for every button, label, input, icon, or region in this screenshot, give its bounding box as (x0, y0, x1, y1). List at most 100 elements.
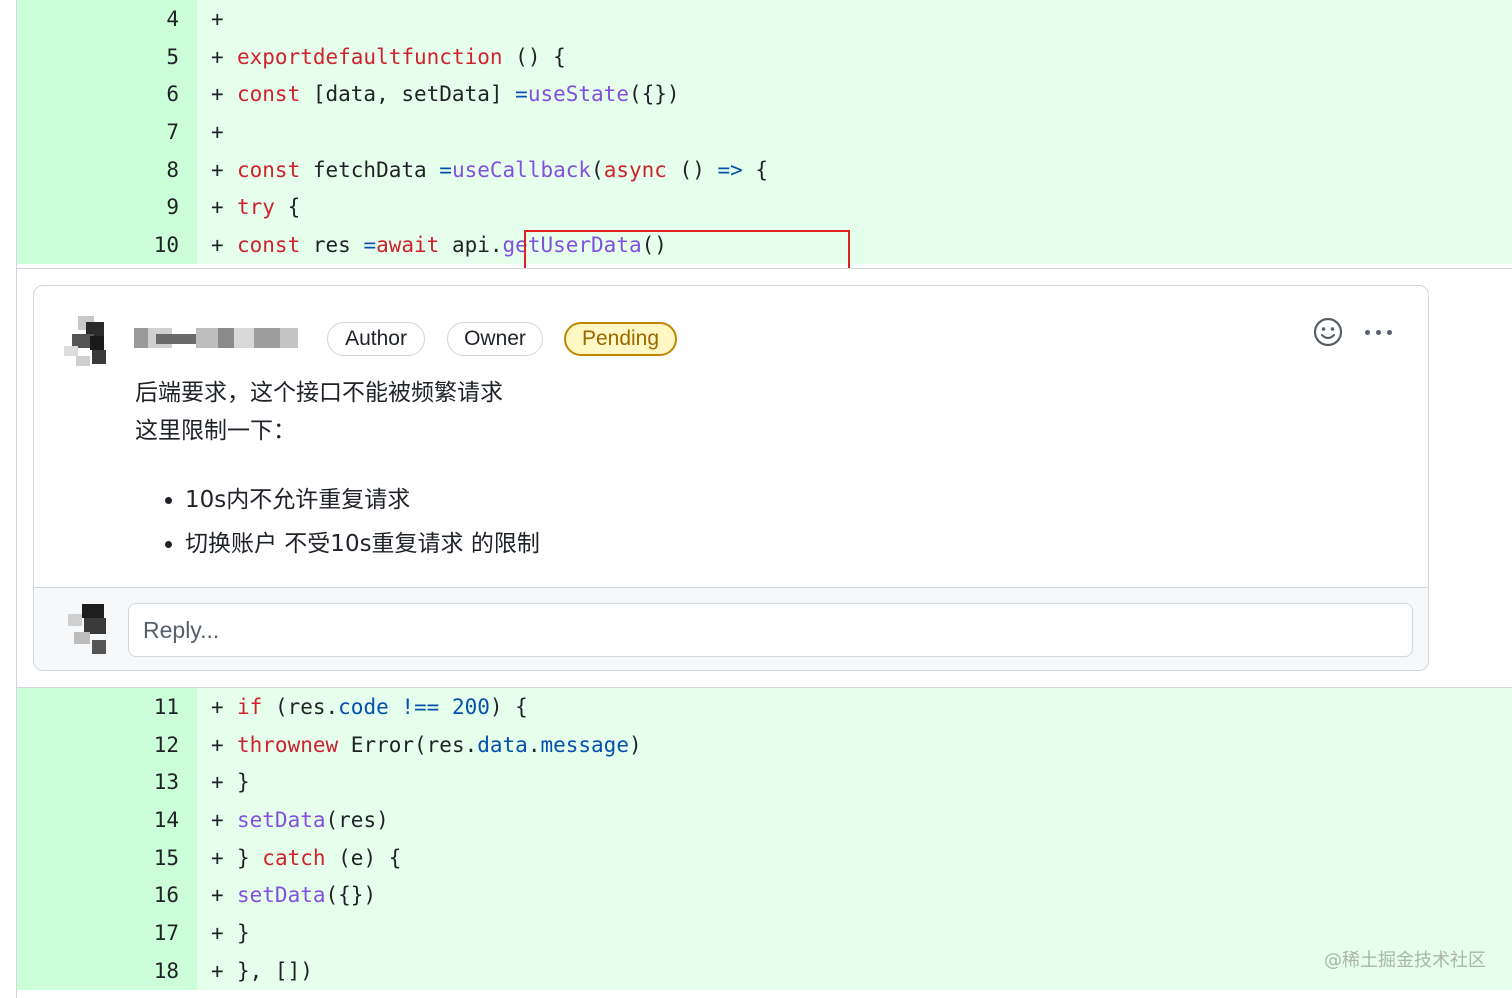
added-marker: + (211, 82, 224, 107)
code-line[interactable]: 16 + setData({}) (17, 876, 1512, 915)
token-operator: = (515, 82, 528, 107)
token-function: setData (237, 883, 326, 908)
line-number[interactable]: 8 (17, 150, 197, 189)
code-line[interactable]: 17 + } (17, 914, 1512, 952)
comment-header: Author Owner Pending (34, 286, 1428, 374)
code-content: + } catch (e) { (197, 839, 401, 877)
line-number[interactable]: 18 (17, 951, 197, 990)
token-property: message (540, 732, 629, 757)
code-line[interactable]: 8 + const fetchData = useCallback(async … (17, 150, 1512, 189)
token-text: fetchData (300, 157, 440, 182)
line-number[interactable]: 17 (17, 914, 197, 952)
token-text: res (300, 232, 364, 257)
added-marker: + (211, 845, 224, 870)
token-property: data (477, 732, 528, 757)
token-text: (e) { (325, 845, 402, 870)
line-number[interactable]: 9 (17, 188, 197, 227)
owner-badge: Owner (447, 322, 543, 356)
token-keyword: try (237, 195, 275, 220)
code-line[interactable]: 7 + (17, 113, 1512, 151)
token-text: () { (502, 44, 566, 69)
token-text: [data, setData] (300, 82, 516, 107)
author-badge: Author (327, 322, 425, 356)
token-function: useCallback (451, 157, 592, 182)
token-keyword: export (237, 44, 313, 69)
token-text: (res. (262, 694, 339, 719)
token-text: . (527, 732, 541, 757)
added-marker: + (211, 694, 224, 719)
reply-input[interactable]: Reply... (128, 603, 1413, 657)
code-line[interactable]: 10 + const res = await api. getUserData() (17, 226, 1512, 264)
code-line[interactable]: 14 + setData (res) (17, 801, 1512, 839)
code-line[interactable]: 9 + try { (17, 188, 1512, 227)
token-text: { (274, 195, 301, 220)
token-text: (res) (325, 807, 389, 832)
code-content: + throw new Error(res. data. message) (197, 726, 642, 764)
token-number: 200 (439, 694, 490, 719)
kebab-dot-icon (1364, 329, 1370, 335)
token-text: } (237, 845, 263, 870)
token-function: getUserData (502, 232, 642, 257)
code-content: + } (197, 763, 250, 801)
username-redacted[interactable] (134, 328, 299, 348)
line-number[interactable]: 11 (17, 688, 197, 726)
token-keyword: if (237, 694, 263, 719)
added-marker: + (211, 232, 224, 257)
token-text: api. (439, 232, 503, 257)
token-property: code (338, 694, 389, 719)
added-marker: + (211, 732, 224, 757)
added-marker: + (211, 157, 224, 182)
token-operator: !== (388, 694, 440, 719)
line-number[interactable]: 14 (17, 801, 197, 839)
token-text: { (742, 157, 769, 182)
token-operator: = (439, 157, 452, 182)
line-number[interactable]: 16 (17, 876, 197, 915)
code-content: + const res = await api. getUserData() (197, 226, 667, 264)
added-marker: + (211, 920, 224, 945)
token-operator: = (363, 232, 377, 257)
code-content: + (197, 0, 237, 38)
code-content: + export default function () { (197, 38, 566, 76)
avatar[interactable] (62, 316, 110, 368)
line-number[interactable]: 10 (17, 226, 197, 264)
code-line[interactable]: 13 + } (17, 763, 1512, 802)
line-number[interactable]: 7 (17, 113, 197, 151)
added-marker: + (211, 770, 224, 795)
code-content: + } (197, 914, 250, 952)
added-marker: + (211, 883, 224, 908)
code-line[interactable]: 4 + (17, 0, 1512, 38)
add-reaction-button[interactable] (1312, 316, 1344, 348)
line-number[interactable]: 15 (17, 838, 197, 877)
smiley-icon (1313, 317, 1343, 347)
line-number[interactable]: 13 (17, 763, 197, 802)
left-edge-gutter (0, 0, 17, 998)
token-keyword: async (603, 157, 667, 182)
token-function: useState (527, 82, 629, 107)
pending-badge: Pending (564, 322, 677, 356)
code-line[interactable]: 12 + throw new Error(res. data. message) (17, 725, 1512, 764)
token-text: } (237, 920, 250, 945)
code-line[interactable]: 15 + } catch (e) { (17, 838, 1512, 877)
token-keyword: new (300, 732, 339, 757)
code-content: + (197, 113, 237, 151)
added-marker: + (211, 807, 224, 832)
comment-text-line: 后端要求，这个接口不能被频繁请求 (135, 380, 503, 406)
code-line[interactable]: 5 + export default function () { (17, 37, 1512, 76)
line-number[interactable]: 6 (17, 75, 197, 114)
line-number[interactable]: 5 (17, 37, 197, 76)
code-line[interactable]: 11 + if (res. code !== 200) { (17, 688, 1512, 726)
token-keyword: default (312, 44, 402, 69)
comment-text-line: 这里限制一下： (135, 418, 296, 444)
code-content: + const [data, setData] = useState({}) (197, 75, 680, 113)
line-number[interactable]: 12 (17, 725, 197, 764)
code-content: + setData({}) (197, 876, 376, 914)
more-options-button[interactable] (1360, 316, 1396, 348)
token-text: ) (628, 732, 642, 757)
token-keyword: throw (237, 732, 301, 757)
token-keyword: const (237, 157, 301, 182)
code-content: + const fetchData = useCallback(async ()… (197, 151, 768, 189)
code-line[interactable]: 18 + }, []) (17, 951, 1512, 990)
kebab-dot-icon (1386, 329, 1392, 335)
code-line[interactable]: 6 + const [data, setData] = useState({}) (17, 75, 1512, 114)
line-number[interactable]: 4 (17, 0, 197, 38)
